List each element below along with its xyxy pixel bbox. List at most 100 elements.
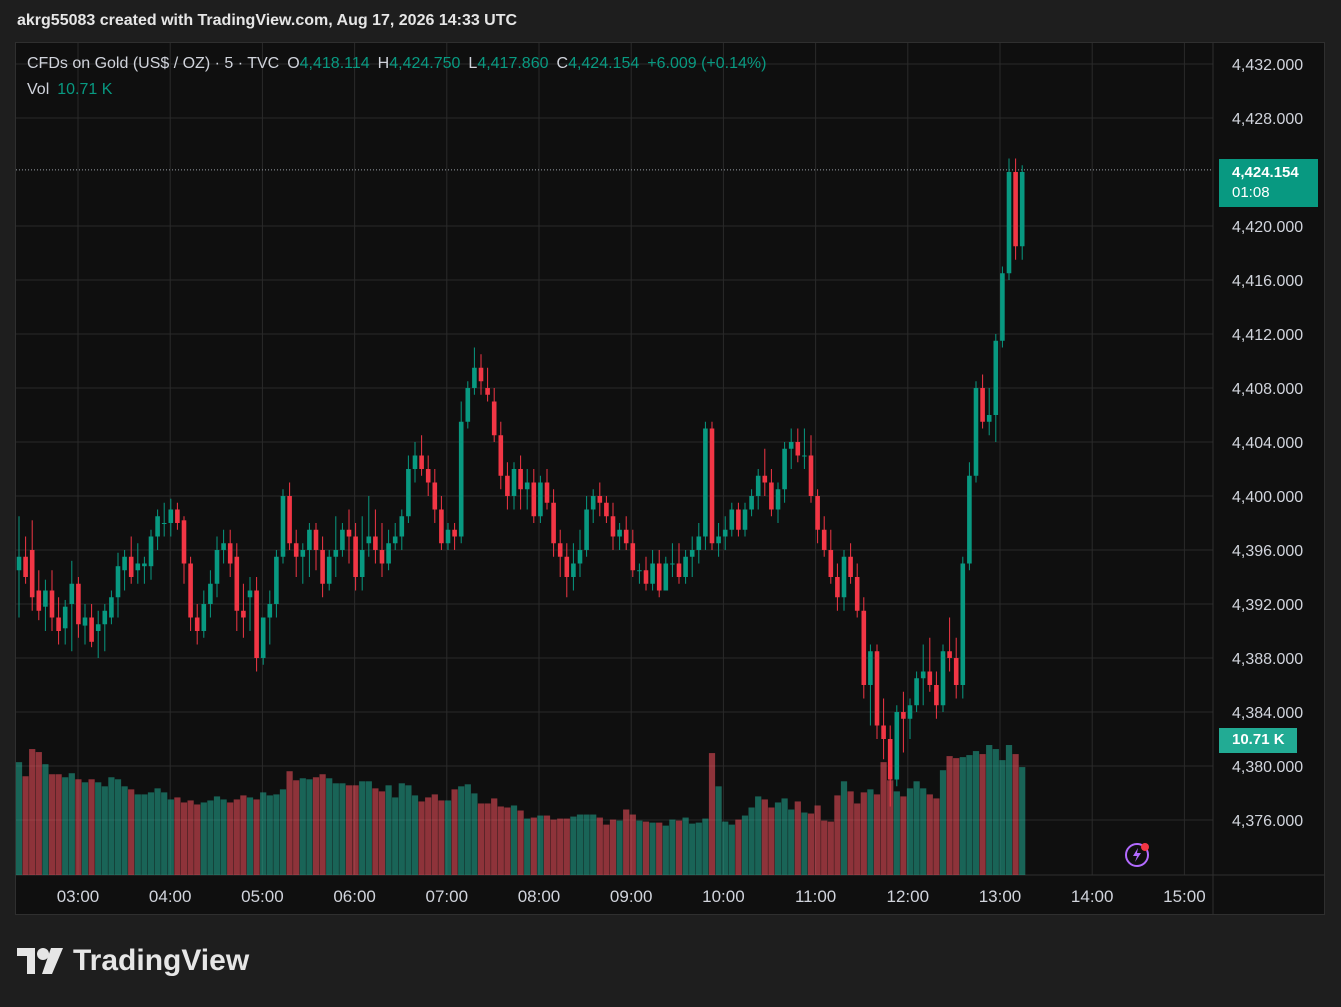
- volume-bar: [583, 814, 590, 875]
- candle-body: [881, 725, 886, 739]
- volume-bar: [240, 795, 247, 875]
- candle-body: [907, 705, 913, 719]
- candle-body: [874, 651, 880, 726]
- candle-body: [742, 509, 748, 530]
- volume-bar: [266, 795, 273, 875]
- candle-body: [557, 543, 563, 557]
- symbol-name[interactable]: CFDs on Gold (US$ / OZ) · 5 · TVC: [27, 55, 279, 72]
- candle-body: [709, 428, 715, 544]
- volume-bar: [959, 757, 966, 875]
- candle-body: [307, 529, 312, 550]
- lightning-icon[interactable]: [1123, 841, 1151, 869]
- candle-body: [498, 435, 504, 476]
- volume-bar: [497, 806, 504, 875]
- candle-body: [854, 577, 860, 611]
- candle-body: [623, 529, 629, 544]
- candle-body: [683, 556, 688, 577]
- candle-body: [637, 570, 642, 572]
- candle-body: [802, 455, 807, 457]
- volume-bar: [623, 809, 630, 875]
- candle-body: [333, 550, 339, 557]
- candle-body: [755, 475, 761, 496]
- candle-body: [386, 543, 391, 564]
- volume-bar: [939, 770, 947, 875]
- candle-body: [861, 610, 867, 685]
- volume-bar: [741, 815, 749, 875]
- volume-bar: [840, 781, 848, 875]
- volume-bar: [128, 789, 135, 875]
- candle-body: [76, 583, 81, 625]
- x-tick-label: 14:00: [1071, 887, 1114, 906]
- volume-bar: [260, 792, 267, 875]
- candle-body: [445, 529, 451, 544]
- candle-body: [769, 482, 774, 510]
- volume-bar: [365, 781, 372, 875]
- volume-label[interactable]: Vol: [27, 81, 49, 98]
- volume-bar: [398, 783, 405, 875]
- candle-body: [577, 550, 583, 564]
- volume-bar: [656, 822, 663, 875]
- volume-bar: [55, 774, 62, 875]
- open-value: 4,418.114: [299, 55, 370, 72]
- candle-body: [267, 604, 273, 618]
- volume-bar: [933, 798, 940, 875]
- volume-bar: [814, 805, 821, 875]
- volume-bar: [392, 797, 399, 875]
- candle-body: [788, 442, 794, 449]
- volume-bar: [1012, 754, 1019, 875]
- volume-bar: [570, 816, 577, 875]
- candle-body: [920, 671, 926, 679]
- volume-bar: [213, 796, 221, 875]
- candle-body: [287, 496, 292, 544]
- x-tick-label: 03:00: [57, 887, 100, 906]
- tradingview-logo[interactable]: TradingView: [17, 944, 249, 978]
- candle-body: [109, 597, 114, 618]
- candle-body: [808, 455, 814, 496]
- candle-body: [274, 556, 279, 604]
- candle-body: [280, 496, 286, 557]
- x-tick-label: 08:00: [518, 887, 561, 906]
- volume-bar: [761, 799, 768, 875]
- volume-bar: [609, 819, 617, 875]
- candle-body: [406, 469, 411, 517]
- candle-body: [544, 482, 550, 503]
- candle-body: [716, 536, 721, 544]
- volume-bar: [438, 800, 445, 875]
- volume-bar: [108, 777, 115, 875]
- volume-bar: [339, 783, 346, 875]
- candle-body: [89, 617, 94, 642]
- x-tick-label: 06:00: [333, 887, 376, 906]
- volume-bar: [722, 821, 729, 875]
- volume-bar: [517, 810, 524, 875]
- close-value: 4,424.154: [568, 55, 640, 72]
- volume-bar: [326, 778, 333, 875]
- candle-body: [208, 583, 213, 604]
- candle-body: [736, 509, 741, 530]
- volume-bar: [827, 821, 834, 875]
- candle-body: [643, 570, 649, 584]
- volume-bar: [946, 756, 953, 875]
- candle-body: [56, 617, 61, 631]
- close-label: C: [556, 55, 569, 72]
- candle-body: [782, 448, 787, 490]
- volume-bar: [543, 815, 551, 875]
- candle-body: [604, 502, 609, 517]
- volume-bar: [880, 762, 887, 875]
- volume-bar: [550, 819, 557, 875]
- candle-body: [689, 550, 695, 557]
- x-tick-label: 13:00: [979, 887, 1022, 906]
- candle-body: [656, 563, 662, 591]
- candle-body: [1006, 172, 1012, 274]
- volume-bar: [306, 779, 313, 875]
- candle-body: [392, 536, 398, 544]
- volume-bar: [590, 814, 597, 875]
- candle-body: [122, 556, 127, 571]
- volume-bar: [299, 778, 306, 875]
- candle-body: [551, 502, 556, 544]
- volume-bar: [992, 749, 999, 875]
- candle-body: [194, 617, 200, 631]
- candle-body: [571, 563, 576, 577]
- candle-body: [115, 566, 121, 598]
- candle-body: [346, 529, 352, 537]
- y-tick-label: 4,428.000: [1232, 111, 1303, 128]
